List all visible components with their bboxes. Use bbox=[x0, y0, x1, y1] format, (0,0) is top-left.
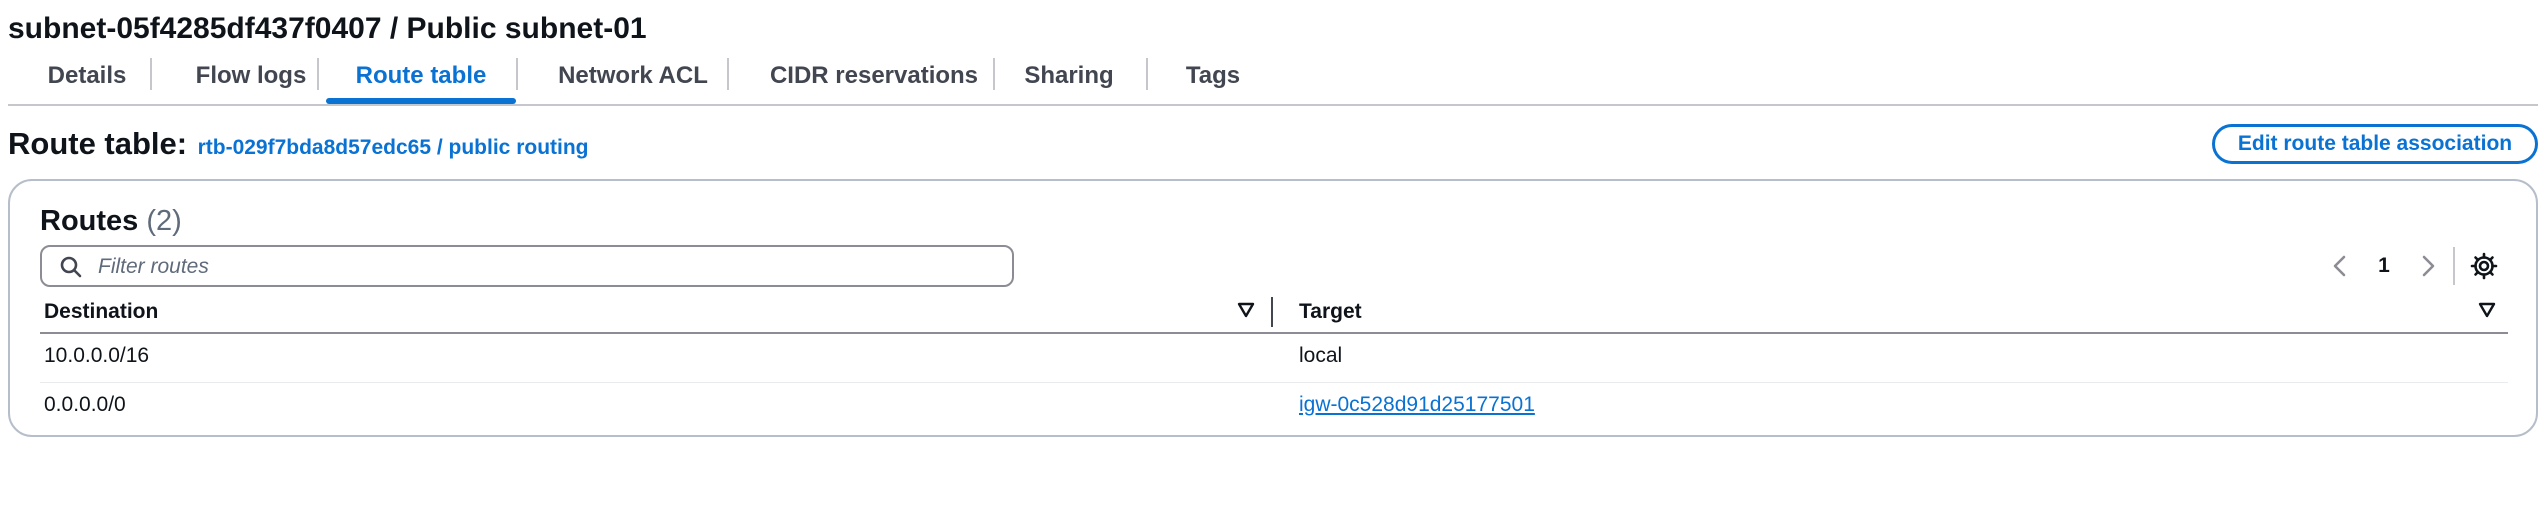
page-title: subnet-05f4285df437f0407 / Public subnet… bbox=[8, 12, 647, 45]
route-target-cell: local bbox=[1299, 344, 1343, 367]
tab-details[interactable]: Details bbox=[20, 58, 154, 102]
tab-flow-logs[interactable]: Flow logs bbox=[170, 58, 332, 102]
tab-separator bbox=[1146, 58, 1148, 90]
route-table-link[interactable]: rtb-029f7bda8d57edc65 / public routing bbox=[198, 136, 589, 159]
sort-caret-icon[interactable] bbox=[1237, 302, 1255, 318]
pagination-divider bbox=[2453, 247, 2455, 285]
tab-tags[interactable]: Tags bbox=[1166, 58, 1260, 102]
column-resize-handle[interactable] bbox=[1271, 297, 1273, 327]
routes-count: (2) bbox=[146, 205, 182, 237]
route-destination-cell: 10.0.0.0/16 bbox=[44, 344, 150, 367]
chevron-right-icon[interactable] bbox=[2416, 251, 2440, 281]
route-table-header: Route table: rtb-029f7bda8d57edc65 / pub… bbox=[8, 126, 589, 166]
routes-title: Routes bbox=[40, 205, 139, 237]
route-target-cell: igw-0c528d91d25177501 bbox=[1299, 390, 1535, 420]
sort-caret-icon[interactable] bbox=[2478, 302, 2496, 318]
column-header-target[interactable]: Target bbox=[1299, 296, 1362, 328]
tab-separator bbox=[516, 58, 518, 90]
route-destination-cell: 0.0.0.0/0 bbox=[44, 393, 126, 416]
tab-separator bbox=[317, 58, 319, 90]
tab-bar: Details Flow logs Route table Network AC… bbox=[8, 58, 2538, 106]
search-icon bbox=[60, 256, 82, 278]
edit-route-table-association-button[interactable]: Edit route table association bbox=[2212, 124, 2538, 164]
tab-sharing[interactable]: Sharing bbox=[1012, 58, 1126, 102]
routes-heading: Routes (2) bbox=[40, 203, 182, 239]
table-row-divider bbox=[40, 382, 2508, 383]
routes-panel: Routes (2) 1 Destination Target bbox=[8, 179, 2538, 437]
tab-separator bbox=[727, 58, 729, 90]
tab-separator bbox=[150, 58, 152, 90]
pagination-page-number[interactable]: 1 bbox=[2374, 251, 2394, 281]
gear-icon[interactable] bbox=[2470, 252, 2498, 280]
tab-network-acl[interactable]: Network ACL bbox=[535, 58, 731, 102]
tab-cidr-reservations[interactable]: CIDR reservations bbox=[746, 58, 1002, 102]
chevron-left-icon[interactable] bbox=[2328, 251, 2352, 281]
filter-routes-field[interactable] bbox=[40, 245, 1014, 287]
column-header-destination[interactable]: Destination bbox=[44, 296, 158, 328]
tab-route-table[interactable]: Route table bbox=[326, 58, 516, 104]
table-header-divider bbox=[40, 332, 2508, 334]
internet-gateway-link[interactable]: igw-0c528d91d25177501 bbox=[1299, 393, 1535, 416]
route-table-label: Route table: bbox=[8, 126, 188, 161]
filter-routes-input[interactable] bbox=[96, 251, 1000, 283]
tab-separator bbox=[993, 58, 995, 90]
